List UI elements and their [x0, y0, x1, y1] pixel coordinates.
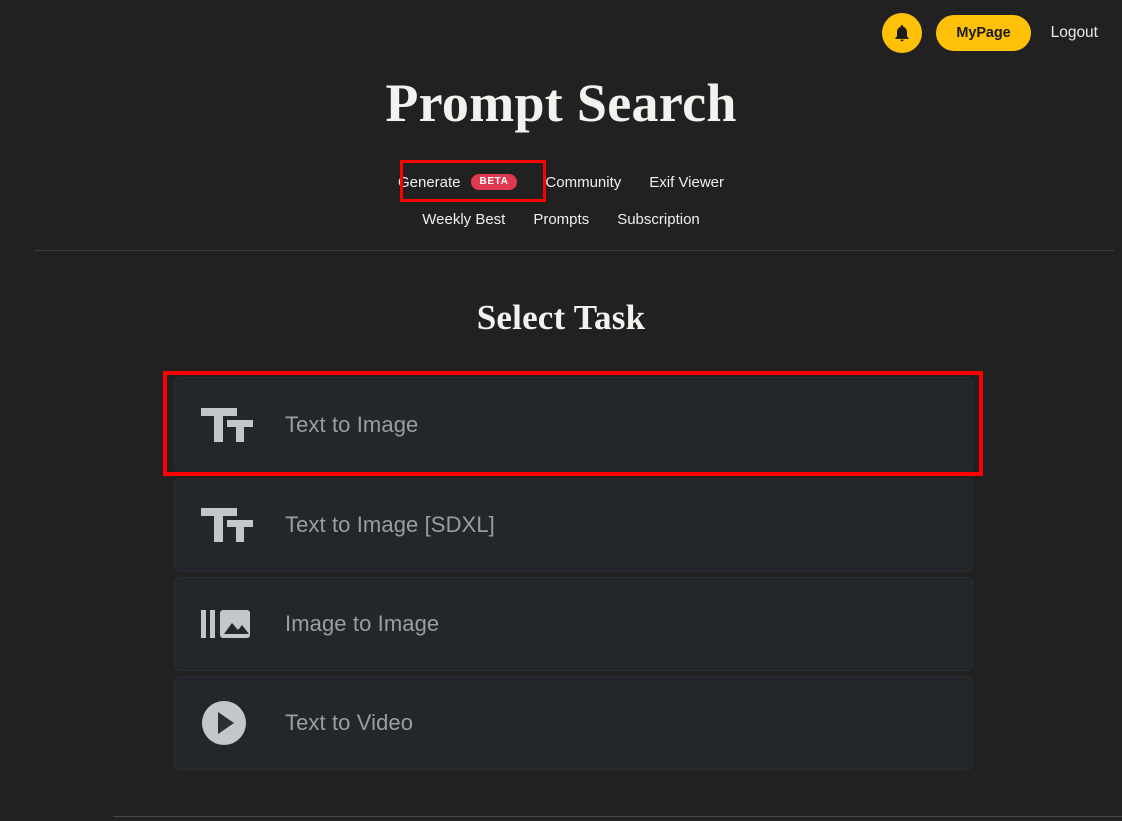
page-title: Prompt Search [385, 73, 737, 133]
task-card-text-to-video[interactable]: Text to Video [174, 676, 973, 770]
task-label: Text to Image [285, 412, 419, 437]
nav-item-weekly-best[interactable]: Weekly Best [408, 205, 519, 234]
task-label: Text to Video [285, 710, 414, 735]
nav-item-subscription[interactable]: Subscription [603, 205, 714, 234]
nav-item-label: Prompts [533, 210, 590, 228]
nav-row-secondary: Weekly Best Prompts Subscription [0, 204, 1122, 234]
nav-item-exif-viewer[interactable]: Exif Viewer [635, 168, 738, 197]
nav-item-generate[interactable]: Generate BETA [384, 168, 531, 197]
nav-item-community[interactable]: Community [531, 168, 635, 197]
nav-item-label: Community [545, 173, 622, 191]
notifications-button[interactable] [882, 13, 923, 53]
footer-divider [113, 816, 1122, 817]
nav-item-label: Exif Viewer [649, 173, 725, 191]
text-icon [199, 501, 259, 549]
nav-item-label: Generate [397, 173, 461, 191]
mypage-button[interactable]: MyPage [936, 15, 1031, 51]
task-label: Text to Image [SDXL] [285, 512, 495, 537]
logout-link[interactable]: Logout [1045, 20, 1104, 46]
header-divider [34, 250, 1114, 251]
bell-icon [892, 23, 912, 43]
nav-row-primary: Generate BETA Community Exif Viewer [0, 160, 1122, 204]
beta-badge: BETA [470, 174, 518, 190]
image-icon [199, 600, 259, 648]
play-icon [199, 699, 259, 747]
task-label: Image to Image [285, 611, 440, 636]
nav-item-label: Weekly Best [422, 210, 506, 228]
task-card-text-to-image-sdxl[interactable]: Text to Image [SDXL] [174, 478, 973, 572]
text-icon [199, 401, 259, 449]
nav-item-prompts[interactable]: Prompts [519, 205, 603, 234]
main-navigation: Generate BETA Community Exif Viewer Week… [0, 160, 1122, 234]
section-title: Select Task [476, 298, 646, 337]
task-card-text-to-image[interactable]: Text to Image [174, 377, 973, 473]
nav-item-label: Subscription [617, 210, 700, 228]
task-card-image-to-image[interactable]: Image to Image [174, 577, 973, 671]
task-list: Text to Image Text to Image [SDXL] Image… [174, 377, 973, 775]
top-bar: MyPage Logout [0, 0, 1122, 66]
